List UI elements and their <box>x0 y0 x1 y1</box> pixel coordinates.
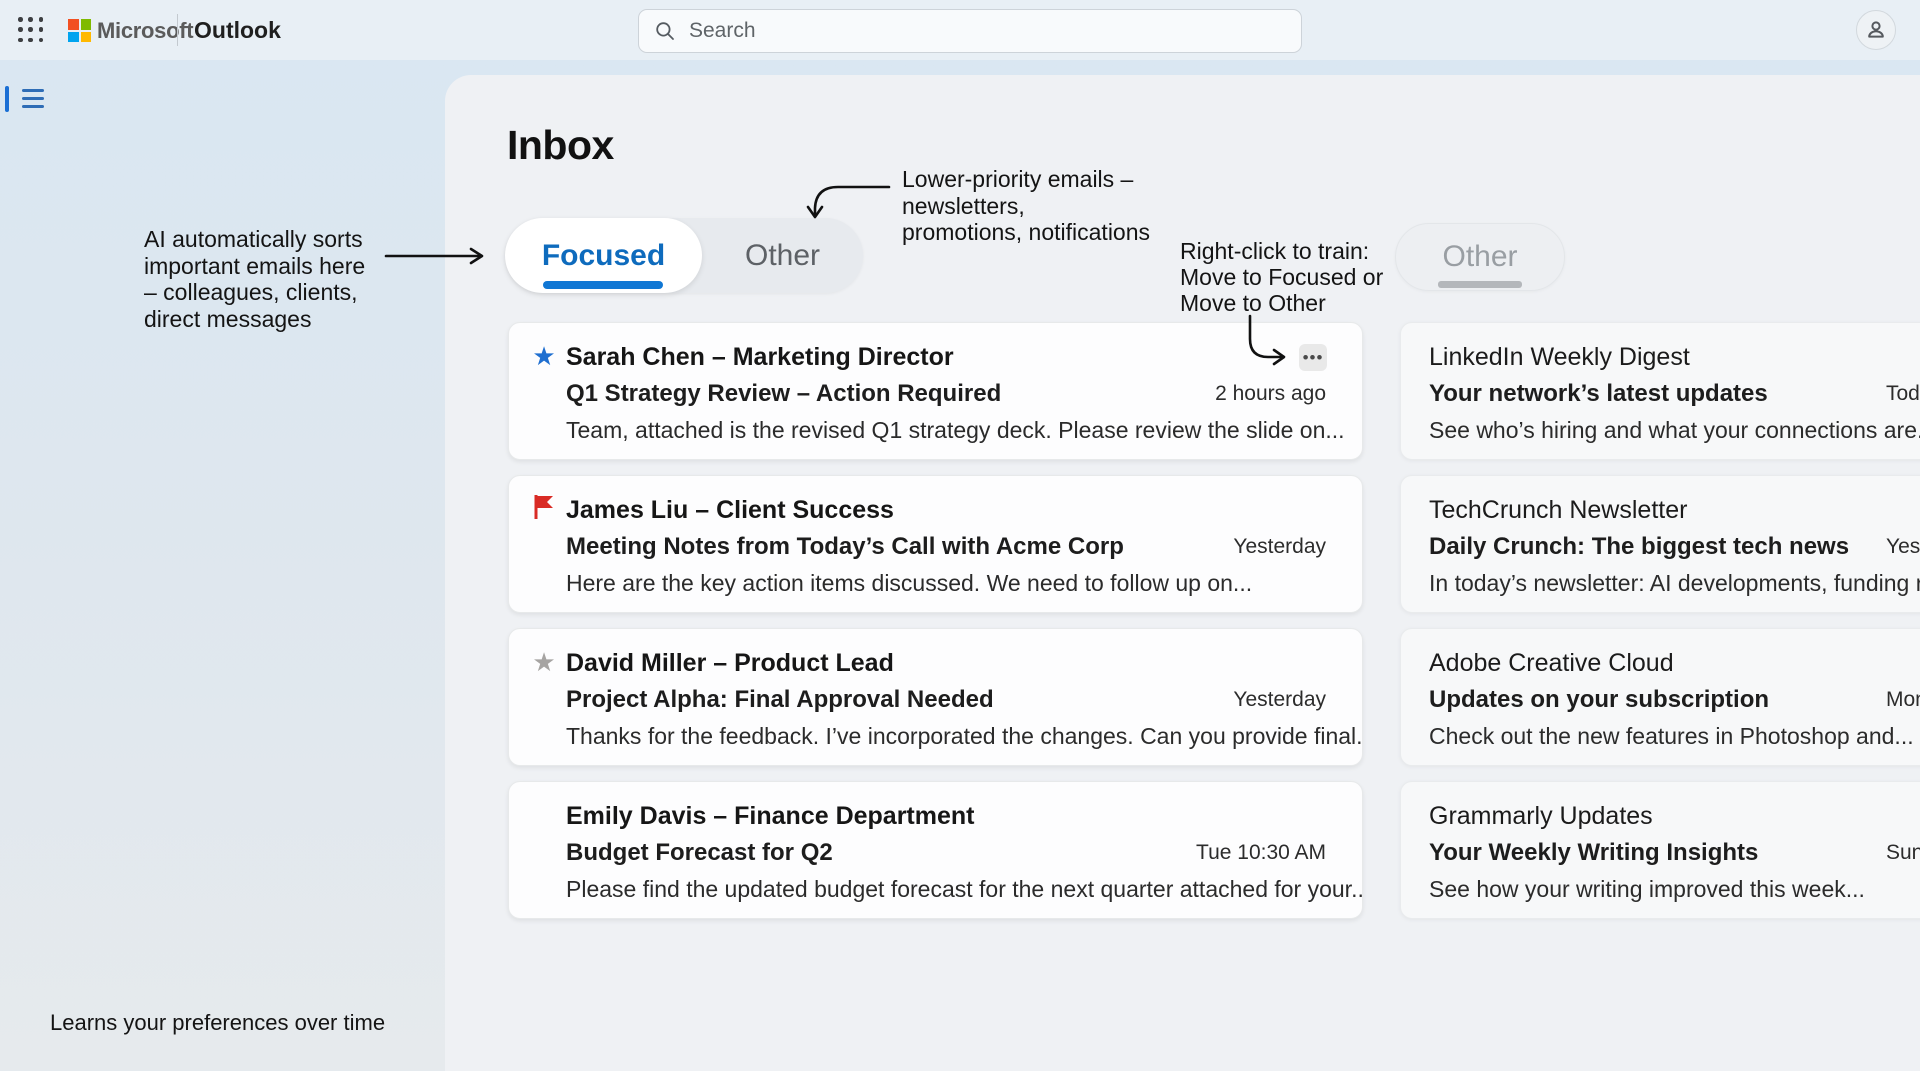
email-subject: Project Alpha: Final Approval Needed <box>566 686 994 714</box>
email-time: 2 hours ago <box>1215 382 1326 406</box>
account-button[interactable] <box>1856 10 1896 50</box>
app-launcher-icon[interactable] <box>18 17 44 43</box>
email-preview: In today’s newsletter: AI developments, … <box>1429 570 1920 597</box>
other-pane-tab[interactable]: Other <box>1395 223 1565 291</box>
hamburger-menu-icon[interactable] <box>22 89 44 109</box>
annotation-learns-preferences: Learns your preferences over time <box>50 1010 385 1037</box>
email-subject: Your network’s latest updates <box>1429 380 1768 408</box>
search-input[interactable] <box>689 19 1249 43</box>
email-preview: Please find the updated budget forecast … <box>566 876 1363 903</box>
email-subject: Daily Crunch: The biggest tech news <box>1429 533 1849 561</box>
email-subject: Updates on your subscription <box>1429 686 1769 714</box>
focused-other-tabs: Focused Other <box>505 218 863 293</box>
email-row-focused-3[interactable]: ★ David Miller – Product Lead Project Al… <box>508 628 1363 766</box>
email-time: Tue 10:30 AM <box>1196 841 1326 865</box>
email-row-focused-2[interactable]: James Liu – Client Success Meeting Notes… <box>508 475 1363 613</box>
email-sender: Sarah Chen – Marketing Director <box>566 343 954 372</box>
tab-focused-label: Focused <box>542 239 665 273</box>
microsoft-wordmark: Microsoft <box>97 18 193 44</box>
email-preview: Thanks for the feedback. I’ve incorporat… <box>566 723 1363 750</box>
star-icon[interactable]: ★ <box>529 647 559 677</box>
email-row-other-2[interactable]: TechCrunch Newsletter Daily Crunch: The … <box>1400 475 1920 613</box>
search-icon <box>655 21 675 41</box>
email-sender: TechCrunch Newsletter <box>1429 496 1687 525</box>
nav-accent-bar <box>5 86 9 112</box>
email-subject: Meeting Notes from Today’s Call with Acm… <box>566 533 1124 561</box>
email-time: Yesterday <box>1886 535 1920 559</box>
flag-icon[interactable] <box>529 494 559 524</box>
email-sender: Grammarly Updates <box>1429 802 1653 831</box>
topbar-divider <box>177 14 178 46</box>
search-bar[interactable] <box>638 9 1302 53</box>
person-icon <box>1865 19 1887 41</box>
email-subject: Q1 Strategy Review – Action Required <box>566 380 1001 408</box>
email-subject: Your Weekly Writing Insights <box>1429 839 1758 867</box>
annotation-right-click-train: Right-click to train: Move to Focused or… <box>1180 238 1410 316</box>
annotation-other-explainer: Lower-priority emails – newsletters, pro… <box>902 166 1262 246</box>
email-preview: Team, attached is the revised Q1 strateg… <box>566 417 1345 444</box>
page-title: Inbox <box>507 122 614 169</box>
tab-other[interactable]: Other <box>702 218 863 293</box>
microsoft-logo-icon <box>68 19 91 42</box>
email-row-focused-1[interactable]: ★ Sarah Chen – Marketing Director Q1 Str… <box>508 322 1363 460</box>
email-time: Yesterday <box>1233 688 1326 712</box>
annotation-focused-explainer: AI automatically sorts important emails … <box>144 226 384 332</box>
tab-focused[interactable]: Focused <box>505 218 702 293</box>
email-row-other-1[interactable]: LinkedIn Weekly Digest Your network’s la… <box>1400 322 1920 460</box>
star-icon[interactable]: ★ <box>529 341 559 371</box>
email-time: Sun <box>1886 841 1920 865</box>
email-preview: See who’s hiring and what your connectio… <box>1429 417 1920 444</box>
email-sender: David Miller – Product Lead <box>566 649 894 678</box>
email-time: Monday <box>1886 688 1920 712</box>
email-row-other-4[interactable]: Grammarly Updates Your Weekly Writing In… <box>1400 781 1920 919</box>
tab-other-label: Other <box>745 239 820 273</box>
more-options-button[interactable]: ••• <box>1299 344 1327 371</box>
email-subject: Budget Forecast for Q2 <box>566 839 833 867</box>
other-pane-tab-underline <box>1438 281 1522 288</box>
tab-focused-underline <box>543 281 663 289</box>
email-sender: Emily Davis – Finance Department <box>566 802 974 831</box>
email-time: Today <box>1886 382 1920 406</box>
email-preview: Check out the new features in Photoshop … <box>1429 723 1914 750</box>
email-sender: LinkedIn Weekly Digest <box>1429 343 1690 372</box>
email-sender: Adobe Creative Cloud <box>1429 649 1674 678</box>
app-title: Outlook <box>194 17 281 44</box>
top-bar: Microsoft Outlook <box>0 0 1920 60</box>
email-row-other-3[interactable]: Adobe Creative Cloud Updates on your sub… <box>1400 628 1920 766</box>
email-preview: See how your writing improved this week.… <box>1429 876 1865 903</box>
email-row-focused-4[interactable]: Emily Davis – Finance Department Budget … <box>508 781 1363 919</box>
other-pane-tab-label: Other <box>1442 240 1517 274</box>
email-preview: Here are the key action items discussed.… <box>566 570 1252 597</box>
email-sender: James Liu – Client Success <box>566 496 894 525</box>
email-time: Yesterday <box>1233 535 1326 559</box>
